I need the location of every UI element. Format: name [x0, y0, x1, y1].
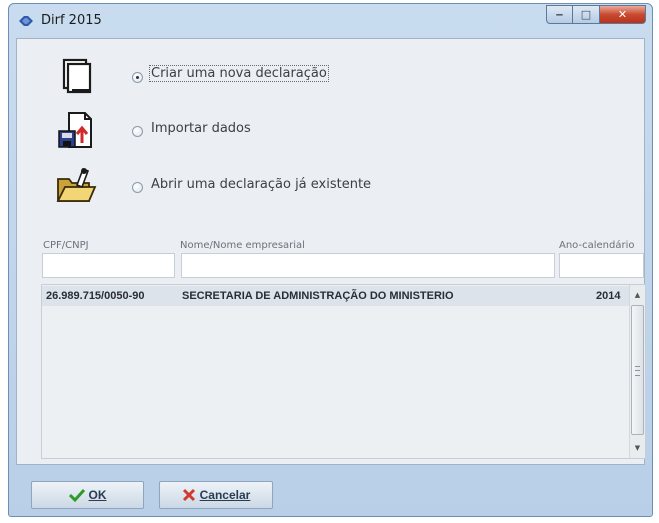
cancel-button[interactable]: Cancelar — [159, 481, 273, 509]
filter-cpf-cnpj-input[interactable] — [42, 253, 175, 278]
dirf-window: Dirf 2015 ‒ □ ✕ Criar uma nova declaraçã… — [8, 3, 653, 517]
scroll-down-arrow-icon[interactable]: ▼ — [630, 440, 645, 456]
table-scrollbar[interactable]: ▲ ▼ — [629, 285, 645, 458]
cancel-x-icon — [182, 488, 195, 502]
title-bar[interactable]: Dirf 2015 ‒ □ ✕ — [9, 4, 652, 38]
scrollbar-grip-icon — [635, 366, 640, 376]
filter-ano-input[interactable] — [559, 253, 644, 278]
close-button[interactable]: ✕ — [600, 5, 646, 24]
option-open-existing-label[interactable]: Abrir uma declaração já existente — [151, 177, 371, 192]
cell-ano: 2014 — [596, 290, 621, 302]
option-create-new-label[interactable]: Criar uma nova declaração — [149, 65, 329, 82]
window-title: Dirf 2015 — [41, 13, 102, 28]
filter-nome-input[interactable] — [181, 253, 555, 278]
column-header-ano: Ano-calendário — [559, 240, 635, 251]
cancel-button-label: Cancelar — [199, 488, 251, 502]
new-document-icon — [62, 58, 92, 94]
cell-cpf-cnpj: 26.989.715/0050-90 — [46, 290, 145, 302]
ok-button-label: OK — [88, 488, 107, 502]
option-open-existing[interactable]: Abrir uma declaração já existente — [17, 161, 417, 209]
window-controls: ‒ □ ✕ — [546, 5, 646, 25]
radio-create-new[interactable] — [132, 72, 143, 83]
maximize-button[interactable]: □ — [573, 5, 600, 24]
scrollbar-thumb[interactable] — [631, 305, 644, 435]
column-header-cpf-cnpj: CPF/CNPJ — [43, 240, 89, 251]
option-import-label[interactable]: Importar dados — [151, 121, 251, 136]
cell-nome: SECRETARIA DE ADMINISTRAÇÃO DO MINISTERI… — [182, 290, 454, 302]
option-create-new[interactable]: Criar uma nova declaração — [17, 51, 417, 99]
radio-import[interactable] — [132, 126, 143, 137]
table-row[interactable]: 26.989.715/0050-90 SECRETARIA DE ADMINIS… — [42, 286, 631, 306]
column-header-nome: Nome/Nome empresarial — [180, 240, 305, 251]
minimize-button[interactable]: ‒ — [546, 5, 573, 24]
ok-button[interactable]: OK — [31, 481, 144, 509]
scroll-up-arrow-icon[interactable]: ▲ — [630, 287, 645, 303]
option-import[interactable]: Importar dados — [17, 105, 417, 153]
radio-open-existing[interactable] — [132, 182, 143, 193]
dialog-body: Criar uma nova declaração Importar dados — [16, 38, 646, 465]
import-data-icon — [58, 112, 92, 148]
app-diamond-icon — [19, 16, 33, 26]
open-folder-icon — [56, 167, 97, 202]
declarations-table: 26.989.715/0050-90 SECRETARIA DE ADMINIS… — [41, 284, 646, 459]
checkmark-icon — [68, 488, 85, 502]
